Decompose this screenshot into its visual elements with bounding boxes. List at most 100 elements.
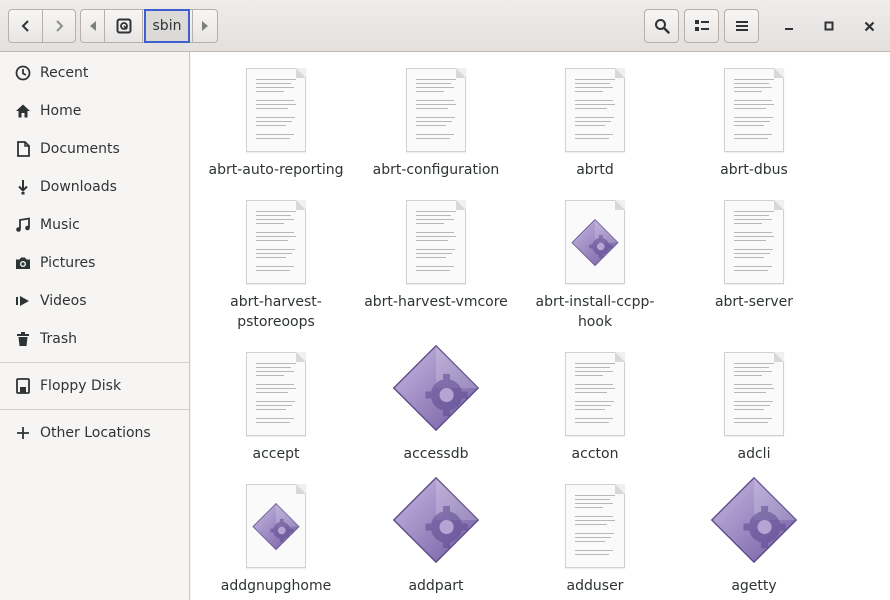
file-name-label: abrt-install-ccpp-hook [535,294,655,330]
sidebar-item-home[interactable]: Home [0,93,189,129]
text-file-icon [246,200,306,284]
file-item[interactable]: abrt-harvest-vmcore [351,194,521,312]
text-file-icon [406,68,466,152]
file-item[interactable]: accessdb [351,344,521,464]
file-name-label: accessdb [403,446,469,462]
maximize-icon [824,21,834,31]
file-icon-area [386,344,486,436]
forward-button[interactable] [42,10,75,42]
minimize-button[interactable] [772,9,806,43]
triangle-left-icon [89,21,96,31]
file-name-label: addpart [408,578,464,594]
music-icon [0,217,40,233]
close-button[interactable] [852,9,886,43]
sidebar-item-videos[interactable]: Videos [0,283,189,319]
file-item[interactable]: accton [510,346,680,464]
text-file-icon [565,68,625,152]
text-file-icon [565,484,625,568]
video-icon [0,293,40,309]
file-name-label: accept [252,446,300,462]
minimize-icon [785,28,793,30]
sidebar-item-other-locations[interactable]: Other Locations [0,415,189,451]
chevron-left-icon [21,20,29,32]
sidebar-item-documents[interactable]: Documents [0,131,189,167]
text-file-icon [724,352,784,436]
file-name-label: accton [571,446,619,462]
script-file-icon [246,484,306,568]
sidebar-item-trash[interactable]: Trash [0,321,189,357]
sidebar-item-music[interactable]: Music [0,207,189,243]
file-icon-area [226,194,326,284]
path-current-sbin[interactable]: sbin [144,9,190,43]
file-name-label: abrt-auto-reporting [208,162,344,178]
file-item[interactable]: accept [191,346,361,464]
file-item[interactable]: abrt-auto-reporting [191,62,361,180]
file-name-label: adcli [737,446,771,462]
file-icon-area [386,194,486,284]
file-item[interactable]: abrt-harvest-pstoreoops [191,194,361,332]
history-nav [8,9,76,43]
sidebar-item-pictures[interactable]: Pictures [0,245,189,281]
maximize-button[interactable] [812,9,846,43]
view-toggle-button[interactable] [684,9,719,43]
search-icon [654,19,670,34]
executable-emblem-icon [252,503,300,555]
file-icon-area [545,346,645,436]
triangle-right-icon [202,21,208,31]
file-item[interactable]: abrt-install-ccpp-hook [510,194,680,332]
file-item[interactable]: abrt-configuration [351,62,521,180]
file-icon-area [226,62,326,152]
sidebar-item-recent[interactable]: Recent [0,55,189,91]
file-item[interactable]: abrtd [510,62,680,180]
file-icon-area [545,62,645,152]
path-bar: sbin [80,9,218,43]
file-name-label: abrt-server [714,294,794,310]
sidebar-item-label: Music [40,217,80,233]
path-scroll-right-button[interactable] [192,10,217,42]
file-icon-area [226,478,326,568]
file-item[interactable]: abrt-server [669,194,839,312]
hamburger-menu-icon [735,21,748,31]
file-name-label: abrt-dbus [720,162,788,178]
script-file-icon [565,200,625,284]
sidebar-item-label: Pictures [40,255,96,271]
back-button[interactable] [9,10,42,42]
sidebar-item-label: Floppy Disk [40,378,122,394]
executable-emblem-icon [571,219,619,271]
file-item[interactable]: addgnupghome [191,478,361,596]
sidebar-item-label: Home [40,103,82,119]
file-icon-area [704,476,804,568]
path-scroll-left-button[interactable] [81,10,105,42]
search-button[interactable] [644,9,679,43]
floppy-icon [0,378,40,394]
clock-icon [0,65,40,81]
text-file-icon [246,352,306,436]
menu-button[interactable] [724,9,759,43]
sidebar-item-downloads[interactable]: Downloads [0,169,189,205]
sidebar-item-label: Videos [40,293,87,309]
file-name-label: agetty [731,578,777,594]
text-file-icon [565,352,625,436]
sidebar-item-floppy-disk[interactable]: Floppy Disk [0,368,189,404]
text-file-icon [724,68,784,152]
file-item[interactable]: abrt-dbus [669,62,839,180]
file-item[interactable]: agetty [669,476,839,596]
sidebar-separator [0,362,189,363]
file-name-label: abrtd [576,162,614,178]
plus-icon [0,426,40,440]
file-item[interactable]: adduser [510,478,680,596]
file-item[interactable]: addpart [351,476,521,596]
file-name-label: abrt-configuration [372,162,500,178]
path-root-button[interactable] [105,10,143,42]
file-icon-area [545,194,645,284]
text-file-icon [246,68,306,152]
file-icon-area [704,346,804,436]
executable-file-icon [392,344,480,436]
chevron-right-icon [56,20,64,32]
file-icon-area [704,194,804,284]
file-icon-area [386,62,486,152]
file-icon-area [386,476,486,568]
sidebar-separator [0,409,189,410]
file-name-label: abrt-harvest-vmcore [364,294,508,310]
file-item[interactable]: adcli [669,346,839,464]
